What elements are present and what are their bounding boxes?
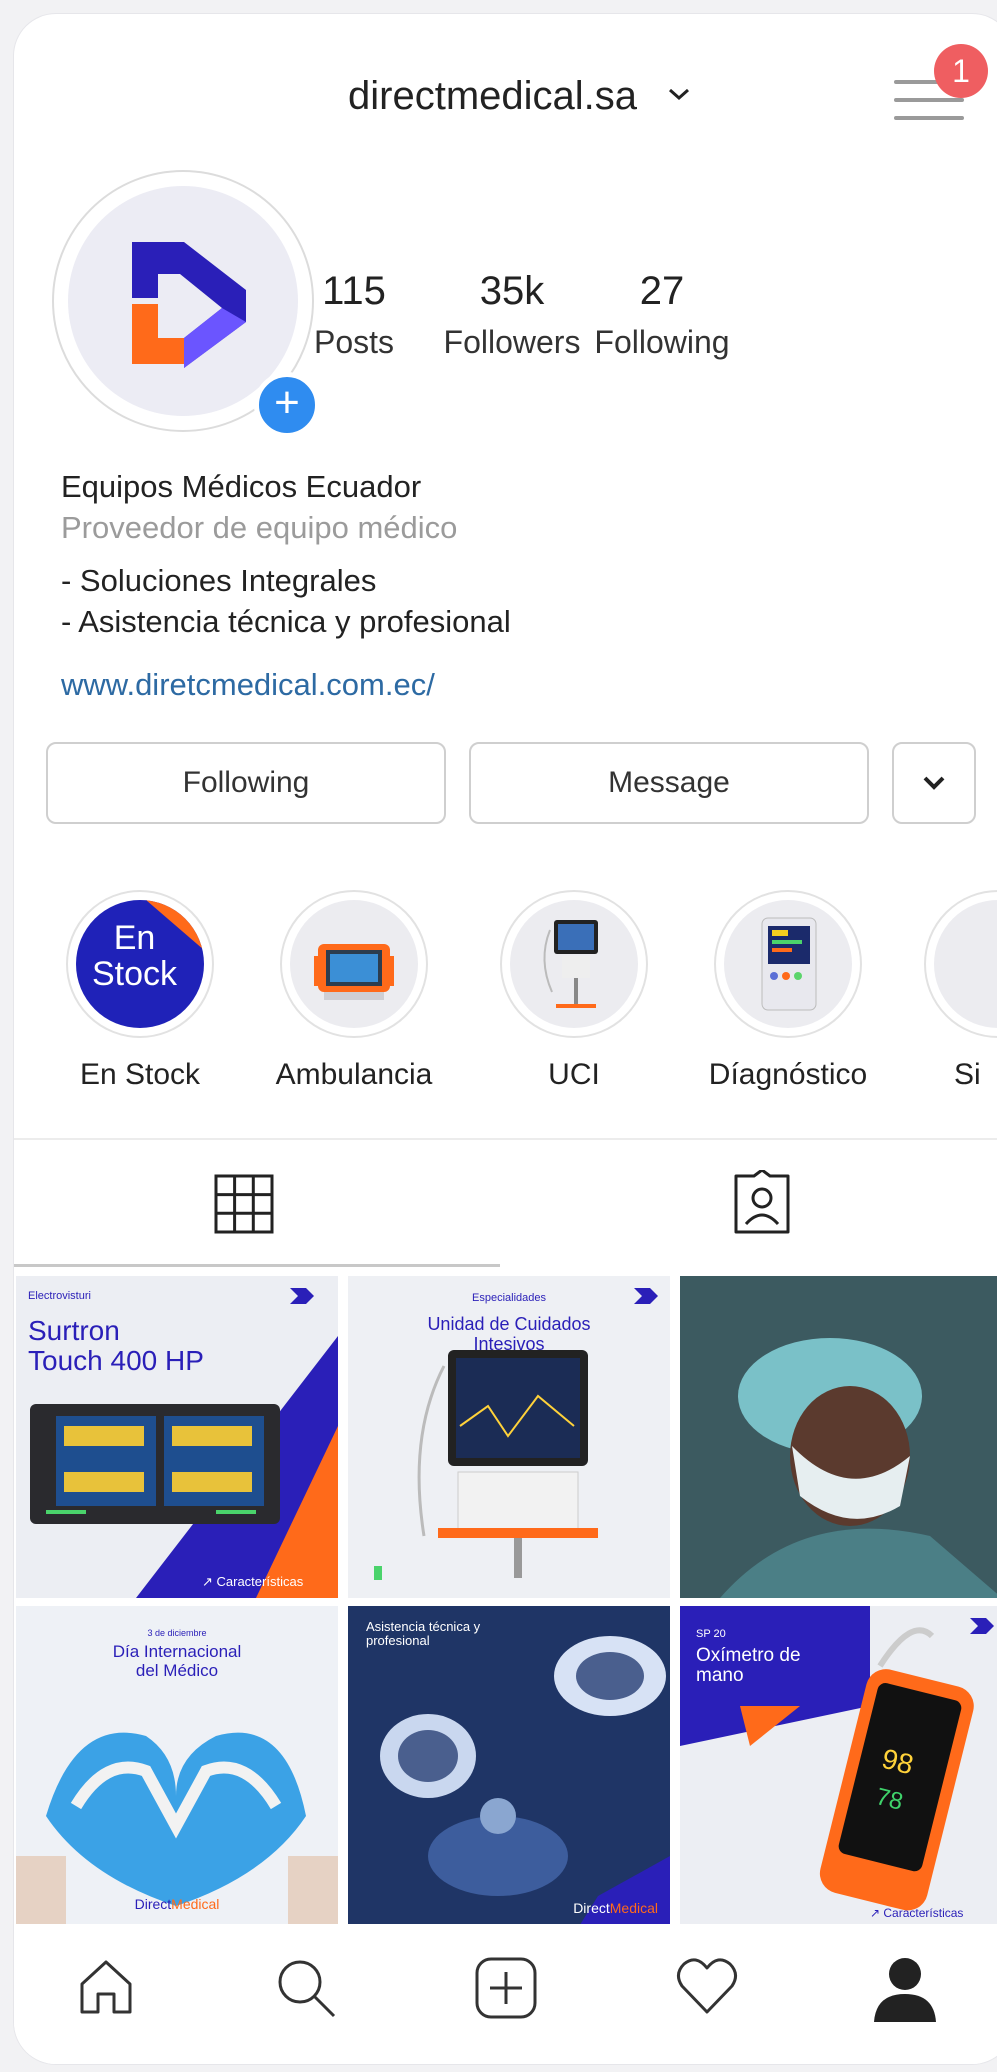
post-title: Surtron Touch 400 HP: [28, 1315, 204, 1376]
nav-home[interactable]: [76, 1956, 156, 2036]
ventilator-image: [314, 944, 394, 1000]
post-oximetro[interactable]: 98 78 SP 20 Oxímetro de mano ↗ Caracterí…: [680, 1606, 997, 1928]
nav-search[interactable]: [274, 1956, 354, 2036]
post-title: Unidad de Cuidados Intesivos: [427, 1314, 591, 1354]
following-button[interactable]: Following: [46, 742, 446, 824]
posts-stat[interactable]: 115 Posts: [269, 269, 439, 361]
following-count: 27: [639, 269, 685, 313]
highlight-cover: [724, 900, 852, 1028]
directmedical-logo: [132, 242, 246, 368]
highlight-label: Díagnóstico: [708, 1058, 868, 1091]
followers-stat[interactable]: 35k Followers: [427, 269, 597, 361]
chevron-down-icon: [669, 88, 689, 101]
profile-header: directmedical.sa 1: [14, 14, 997, 174]
followers-label: Followers: [443, 324, 581, 360]
followers-count: 35k: [479, 269, 545, 313]
highlight-cover-text: En Stock: [92, 919, 178, 993]
patient-monitor-image: [761, 917, 817, 1011]
suggestions-dropdown-button[interactable]: [892, 742, 976, 824]
bio-line-2: - Asistencia técnica y profesional: [61, 604, 511, 639]
highlight-cover: [934, 900, 997, 1028]
highlight-label: Si: [954, 1058, 981, 1091]
display-name: Equipos Médicos Ecuador: [61, 469, 422, 504]
nav-activity[interactable]: [674, 1956, 754, 2036]
following-label: Following: [594, 324, 730, 360]
post-surgeon[interactable]: [680, 1276, 997, 1598]
brand-logo-text: DirectMedical: [134, 1896, 220, 1912]
post-title: Oxímetro de mano: [696, 1645, 801, 1686]
post-small-label: Electrovisturi: [28, 1290, 91, 1302]
bio-line-1: - Soluciones Integrales: [61, 563, 377, 598]
add-story-button[interactable]: +: [254, 372, 320, 438]
tagged-user-icon: [734, 1168, 790, 1234]
post-dia-medico[interactable]: 3 de diciembre Día Internacional del Méd…: [16, 1606, 338, 1928]
add-post-icon: [475, 1957, 537, 2019]
profile-tabs: [14, 1138, 997, 1272]
category-label: Proveedor de equipo médico: [61, 510, 458, 545]
icu-ventilator-image: [543, 920, 598, 1008]
phone-screen: directmedical.sa 1 + 115 Posts 35k Follo…: [14, 14, 997, 2064]
posts-label: Posts: [313, 324, 395, 360]
highlight-en-stock[interactable]: En Stock En Stock: [60, 890, 220, 1092]
post-small-label: Especialidades: [472, 1292, 546, 1304]
highlight-partial[interactable]: Si: [924, 890, 997, 1092]
post-title: Asistencia técnica y profesional: [366, 1619, 481, 1648]
username: directmedical.sa: [348, 74, 638, 118]
nav-add-post[interactable]: [474, 1956, 554, 2036]
home-icon: [80, 1960, 132, 2014]
highlight-label: En Stock: [79, 1058, 201, 1091]
following-stat[interactable]: 27 Following: [577, 269, 747, 361]
tab-grid[interactable]: [214, 1174, 294, 1254]
bottom-navigation: [14, 1924, 997, 2064]
post-cta: ↗ Características: [870, 1906, 964, 1920]
post-uci[interactable]: Especialidades Unidad de Cuidados Intesi…: [348, 1276, 670, 1598]
highlight-uci[interactable]: UCI: [494, 890, 654, 1092]
post-asistencia[interactable]: Asistencia técnica y profesional DirectM…: [348, 1606, 670, 1928]
account-switcher[interactable]: directmedical.sa: [348, 74, 689, 119]
nav-profile[interactable]: [872, 1956, 952, 2036]
post-surtron[interactable]: Electrovisturi Surtron Touch 400 HP ↗ Ca…: [16, 1276, 338, 1598]
grid-icon: [214, 1174, 274, 1234]
highlight-cover: [290, 900, 418, 1028]
profile-icon: [874, 1958, 936, 2022]
post-title: Día Internacional del Médico: [112, 1642, 242, 1680]
post-small-label: SP 20: [696, 1628, 726, 1640]
message-button[interactable]: Message: [469, 742, 869, 824]
post-cta: ↗ Características: [202, 1574, 304, 1589]
highlight-cover: [510, 900, 638, 1028]
highlight-cover: En Stock: [76, 900, 204, 1028]
brand-logo-text: DirectMedical: [573, 1900, 658, 1916]
search-icon: [278, 1960, 336, 2018]
highlight-label: Ambulancia: [275, 1058, 433, 1091]
highlight-ambulancia[interactable]: Ambulancia: [274, 890, 434, 1092]
highlight-diagnostico[interactable]: Díagnóstico: [708, 890, 868, 1092]
operating-room-image: [348, 1606, 670, 1928]
website-link[interactable]: www.diretcmedical.com.ec/: [61, 664, 961, 705]
chevron-down-icon: [923, 776, 945, 790]
tab-tagged[interactable]: [730, 1168, 810, 1250]
active-tab-indicator: [14, 1264, 500, 1267]
heart-icon: [677, 1958, 737, 2014]
bio-section: Equipos Médicos Ecuador Proveedor de equ…: [61, 466, 961, 705]
posts-count: 115: [322, 269, 386, 313]
highlight-label: UCI: [548, 1058, 600, 1091]
post-small-label: 3 de diciembre: [147, 1628, 207, 1638]
surgeon-photo: [680, 1276, 997, 1598]
notification-badge: 1: [934, 44, 988, 98]
